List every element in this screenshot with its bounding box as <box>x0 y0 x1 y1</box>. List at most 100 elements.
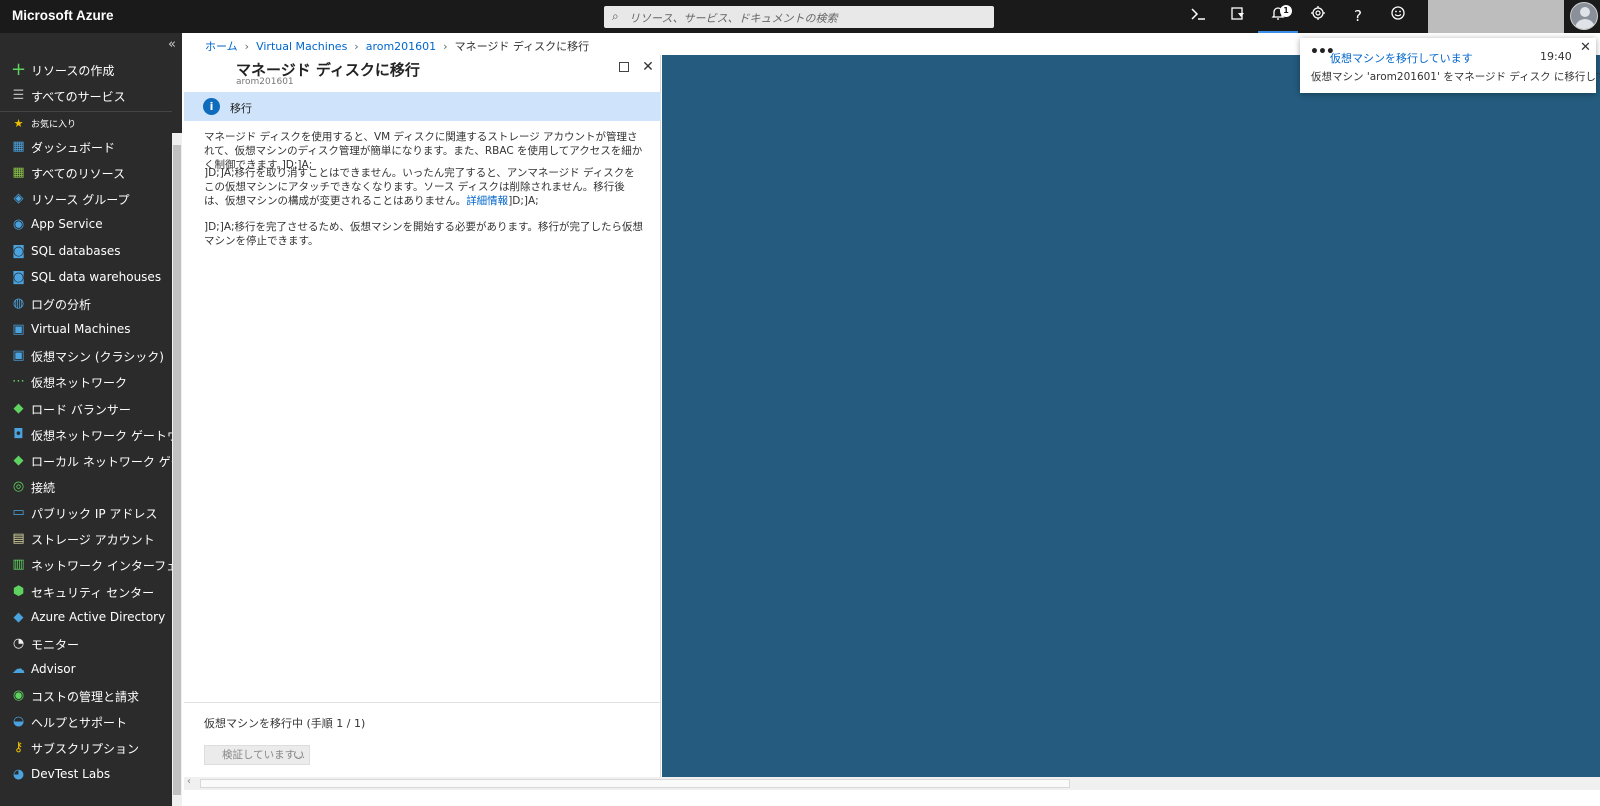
scrollbar-thumb[interactable] <box>200 779 1070 788</box>
notifications-icon[interactable]: 1 <box>1258 0 1298 33</box>
notification-toast[interactable]: ••• 仮想マシンを移行しています 19:40 ✕ 仮想マシン 'arom201… <box>1300 38 1600 93</box>
chevron-right-icon: › <box>244 40 250 53</box>
help-icon[interactable]: ? <box>1338 0 1378 33</box>
sidebar-item-connection[interactable]: ◎ 接続 <box>0 474 172 500</box>
sidebar-item-label: SQL data warehouses <box>31 269 162 284</box>
sidebar-item-storage-account[interactable]: ▤ ストレージ アカウント <box>0 526 172 552</box>
footer-divider <box>184 702 661 703</box>
toast-title[interactable]: 仮想マシンを移行しています <box>1330 50 1473 66</box>
breadcrumb-vm[interactable]: arom201601 <box>366 40 436 53</box>
close-icon[interactable]: ✕ <box>640 59 656 75</box>
devtest-labs-icon: ◕ <box>12 766 25 782</box>
breadcrumb-home[interactable]: ホーム <box>205 40 238 53</box>
log-analytics-icon: ◍ <box>12 295 25 311</box>
sidebar-item-label: Advisor <box>31 662 76 676</box>
sidebar-item-security-center[interactable]: ⬢ セキュリティ センター <box>0 579 172 605</box>
sidebar-item-active-directory[interactable]: ◆ Azure Active Directory <box>0 605 172 631</box>
connection-icon: ◎ <box>12 478 25 494</box>
sidebar-item-resource-group[interactable]: ◈ リソース グループ <box>0 186 172 212</box>
star-icon: ★ <box>13 117 24 130</box>
sidebar-item-label: 仮想マシン (クラシック) <box>31 350 164 365</box>
sidebar-item-classic-vm[interactable]: ▣ 仮想マシン (クラシック) <box>0 343 172 369</box>
sidebar-item-cost-management[interactable]: ◉ コストの管理と請求 <box>0 683 172 709</box>
vnet-gateway-icon: ◘ <box>13 426 24 442</box>
sidebar-item-label: モニター <box>31 637 80 652</box>
sidebar-item-help-support[interactable]: ◒ ヘルプとサポート <box>0 709 172 735</box>
feedback-icon[interactable] <box>1378 0 1418 33</box>
toast-message: 仮想マシン 'arom201601' をマネージド ディスク に移行しています.… <box>1311 71 1600 83</box>
sidebar-item-label: すべてのサービス <box>31 90 126 104</box>
sidebar-item-label: Azure Active Directory <box>31 609 166 624</box>
sidebar-all-services[interactable]: ☰ すべてのサービス <box>0 83 172 109</box>
bottom-strip <box>182 790 1600 806</box>
sidebar-item-subscription[interactable]: ⚷ サブスクリプション <box>0 735 172 761</box>
sidebar-item-dashboard[interactable]: ▦ ダッシュボード <box>0 134 172 160</box>
list-icon: ☰ <box>12 88 25 103</box>
search-placeholder: リソース、サービス、ドキュメントの検索 <box>629 12 838 25</box>
sidebar-item-label: App Service <box>31 217 103 232</box>
sidebar-item-vnet-gateway[interactable]: ◘ 仮想ネットワーク ゲートウェイ <box>0 422 202 448</box>
portal-canvas <box>662 55 1600 777</box>
dashboard-icon: ▦ <box>12 139 25 154</box>
sidebar-item-load-balancer[interactable]: ◆ ロード バランサー <box>0 396 172 422</box>
sidebar-item-local-network-gateway[interactable]: ◆ ローカル ネットワーク ゲート… <box>0 448 207 474</box>
sidebar-item-virtual-machine[interactable]: ▣ Virtual Machines <box>0 317 172 343</box>
security-center-icon: ⬢ <box>12 583 25 599</box>
load-balancer-icon: ◆ <box>13 400 24 416</box>
virtual-network-icon: ⋯ <box>12 374 25 390</box>
sidebar-item-label: Virtual Machines <box>31 322 131 337</box>
sidebar-item-label: DevTest Labs <box>31 766 111 781</box>
migration-status: 仮想マシンを移行中 (手順 1 / 1) <box>204 717 366 730</box>
account-info[interactable] <box>1428 0 1564 33</box>
sidebar-item-label: ログの分析 <box>31 297 92 312</box>
info-banner-label: 移行 <box>230 102 252 115</box>
collapse-sidebar-button[interactable]: « <box>168 37 176 52</box>
close-icon[interactable]: ✕ <box>1580 40 1591 55</box>
cloud-shell-icon[interactable] <box>1178 0 1218 33</box>
notification-count-badge: 1 <box>1280 5 1292 17</box>
info-banner: i 移行 <box>184 92 661 121</box>
sidebar-item-sql-data-warehouse[interactable]: ◙ SQL data warehouses <box>0 265 172 291</box>
sidebar-item-advisor[interactable]: ☁ Advisor <box>0 657 172 683</box>
sidebar-item-monitor[interactable]: ◔ モニター <box>0 631 172 657</box>
storage-account-icon: ▤ <box>12 531 25 547</box>
breadcrumb: ホーム › Virtual Machines › arom201601 › マネージド ディ… <box>205 38 589 54</box>
sidebar-create-resource[interactable]: + リソースの作成 <box>0 57 172 83</box>
sidebar-item-label: パブリック IP アドレス <box>31 507 158 522</box>
toast-time: 19:40 <box>1540 50 1572 63</box>
sidebar-scrollbar[interactable] <box>172 133 182 806</box>
sidebar-item-app-service[interactable]: ◉ App Service <box>0 212 172 238</box>
blade-subtitle: arom201601 <box>236 77 294 87</box>
sidebar-item-label: コストの管理と請求 <box>31 690 140 705</box>
sidebar-item-devtest-labs[interactable]: ◕ DevTest Labs <box>0 762 172 788</box>
info-icon: i <box>203 98 220 115</box>
sidebar-item-label: ロード バランサー <box>31 402 131 417</box>
local-network-gateway-icon: ◆ <box>13 452 24 468</box>
sidebar-item-log-analytics[interactable]: ◍ ログの分析 <box>0 291 172 317</box>
maximize-icon[interactable] <box>619 62 629 72</box>
sidebar-item-public-ip[interactable]: ▭ パブリック IP アドレス <box>0 500 172 526</box>
sidebar-item-sql-database[interactable]: ◙ SQL databases <box>0 239 172 265</box>
sidebar-item-network-interface[interactable]: ▥ ネットワーク インターフェイス <box>0 552 201 578</box>
avatar[interactable] <box>1570 2 1598 30</box>
scroll-left-icon[interactable]: ‹ <box>187 776 191 787</box>
directory-filter-icon[interactable] <box>1218 0 1258 33</box>
sidebar-item-all-resources[interactable]: ▦ すべてのリソース <box>0 160 172 186</box>
app-title[interactable]: Microsoft Azure <box>12 8 114 23</box>
chevron-right-icon: › <box>443 40 448 53</box>
horizontal-scrollbar[interactable]: ‹ <box>184 776 1600 790</box>
help-support-icon: ◒ <box>12 714 25 730</box>
settings-icon[interactable] <box>1298 0 1338 33</box>
network-interface-icon: ▥ <box>12 557 25 573</box>
sidebar-item-virtual-network[interactable]: ⋯ 仮想ネットワーク <box>0 369 172 395</box>
sidebar-item-label: SQL databases <box>31 243 121 258</box>
warning-text-tail: ]D;]A; <box>508 195 539 207</box>
resource-group-icon: ◈ <box>13 191 24 207</box>
plus-icon: + <box>11 59 27 80</box>
learn-more-link[interactable]: 詳細情報 <box>466 195 508 207</box>
monitor-icon: ◔ <box>12 635 25 651</box>
sidebar-item-label: 仮想ネットワーク <box>31 376 128 391</box>
validate-button[interactable]: 検証しています... <box>204 745 310 765</box>
breadcrumb-virtual-machines[interactable]: Virtual Machines <box>256 40 347 53</box>
search-box[interactable]: ⌕ リソース、サービス、ドキュメントの検索 <box>604 6 994 28</box>
